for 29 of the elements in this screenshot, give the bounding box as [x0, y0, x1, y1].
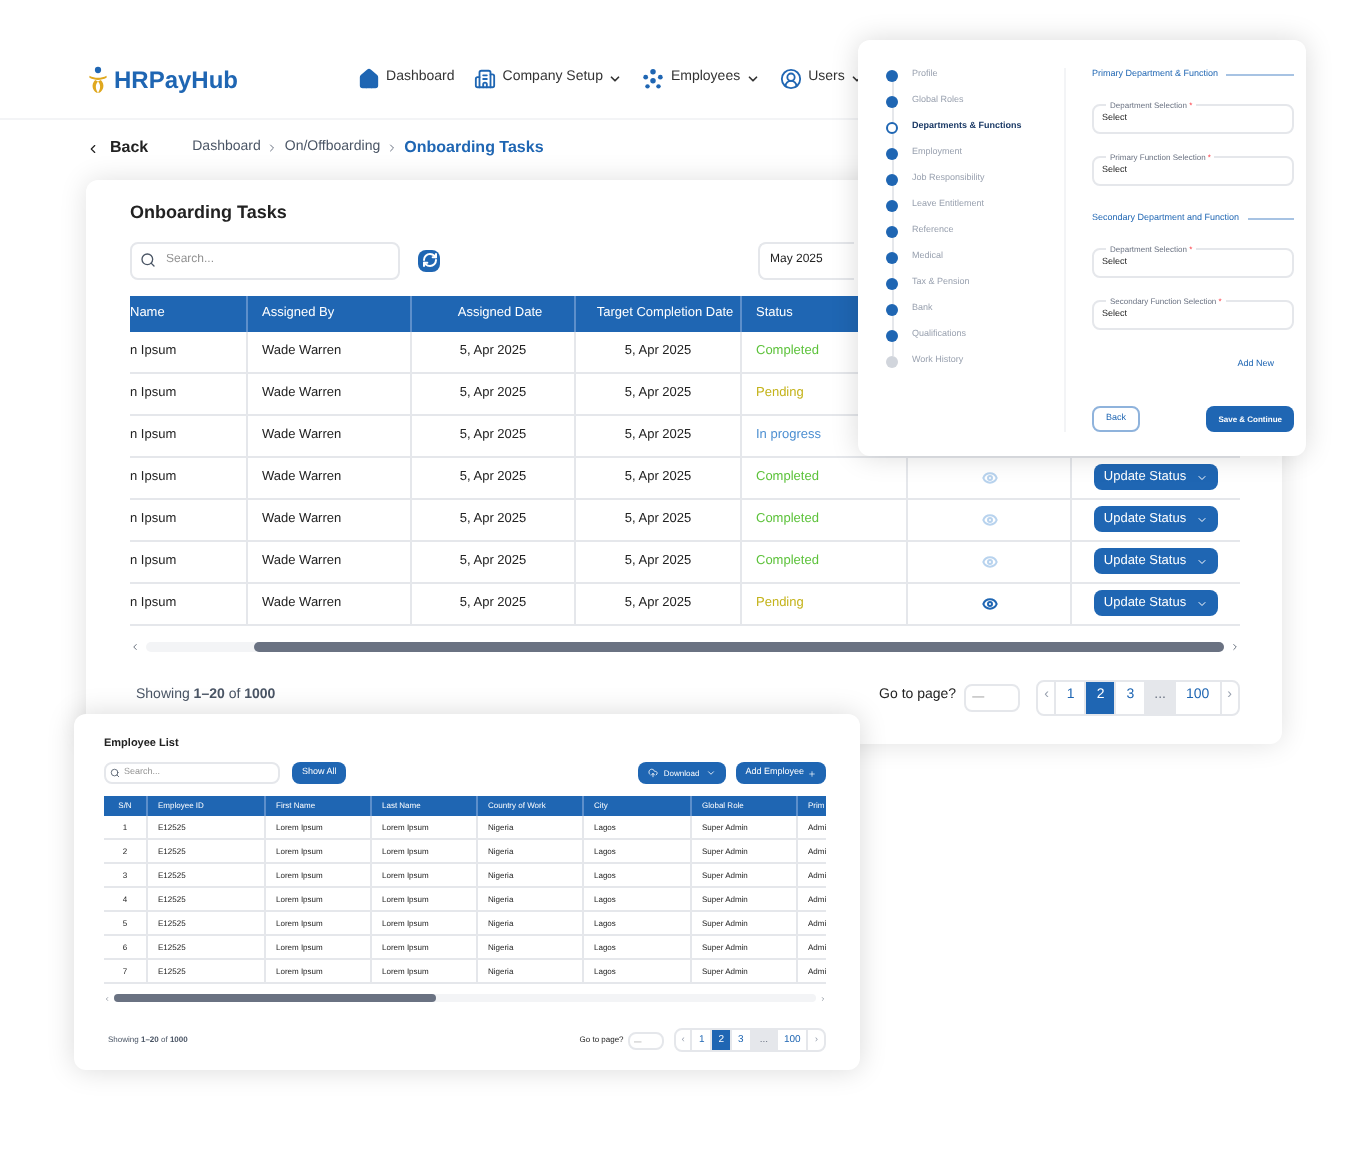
- people-icon: [642, 68, 665, 90]
- chevron-icon: [1196, 597, 1209, 609]
- chevron-icon: [1196, 471, 1209, 483]
- user-icon: [780, 68, 803, 90]
- refresh-button[interactable]: [418, 249, 440, 271]
- building-icon: [474, 68, 497, 90]
- brand-name: HRPayHub: [114, 63, 239, 97]
- scroll-left-icon[interactable]: [130, 641, 140, 651]
- horizontal-scrollbar[interactable]: [114, 994, 816, 1003]
- chevron-icon: [705, 768, 716, 779]
- plus-icon: [808, 769, 816, 778]
- separator-icon: [386, 142, 399, 154]
- card-title: Onboarding Tasks: [130, 200, 287, 226]
- eye-icon[interactable]: [981, 595, 997, 611]
- breadcrumb-link[interactable]: Onboarding Tasks: [404, 136, 544, 160]
- back-link[interactable]: Back: [86, 136, 149, 160]
- search-icon: [110, 768, 120, 779]
- scroll-right-icon[interactable]: [1230, 641, 1240, 651]
- chevron-icon: [1196, 513, 1209, 525]
- separator-icon: [266, 142, 279, 154]
- search-icon: [140, 252, 156, 268]
- refresh-icon: [421, 252, 437, 268]
- home-icon: [358, 68, 381, 90]
- back-icon: [86, 141, 100, 155]
- logo-icon: [88, 63, 108, 95]
- cloud-icon: [647, 768, 658, 779]
- horizontal-scrollbar[interactable]: [146, 641, 1224, 651]
- scroll-left-icon[interactable]: [104, 995, 110, 1002]
- chevron-icon: [1196, 555, 1209, 567]
